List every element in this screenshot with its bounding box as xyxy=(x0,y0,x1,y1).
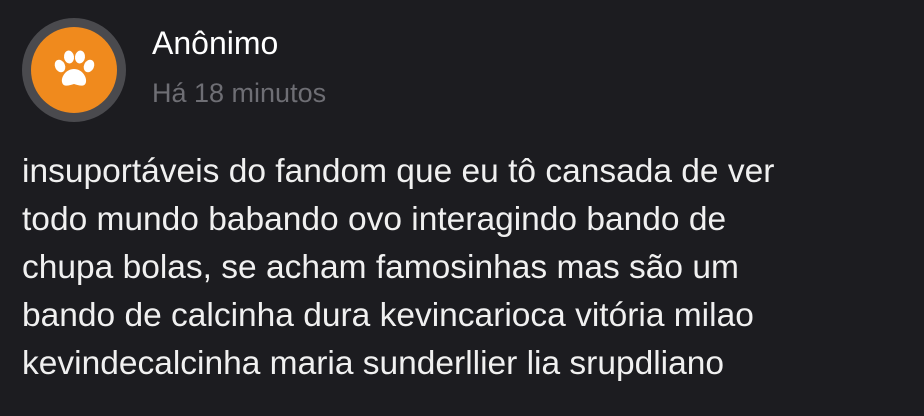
paw-icon xyxy=(54,50,95,86)
post-body-line: chupa bolas, se acham famosinhas mas são… xyxy=(22,249,739,286)
post-header: Anônimo Há 18 minutos xyxy=(22,18,326,122)
post-body-line: kevindecalcinha maria sunderllier lia sr… xyxy=(22,345,725,382)
post-body: insuportáveis do fandom que eu tô cansad… xyxy=(22,148,902,388)
post-body-line: insuportáveis do fandom que eu tô cansad… xyxy=(22,153,775,190)
author-name[interactable]: Anônimo xyxy=(152,24,326,62)
post-timestamp: Há 18 minutos xyxy=(152,78,327,108)
avatar-circle xyxy=(31,27,117,113)
post-card: Anônimo Há 18 minutos insuportáveis do f… xyxy=(0,0,924,416)
post-meta: Anônimo Há 18 minutos xyxy=(152,18,326,122)
post-body-line: todo mundo babando ovo interagindo bando… xyxy=(22,201,727,238)
post-body-line: bando de calcinha dura kevincarioca vitó… xyxy=(22,297,754,334)
avatar[interactable] xyxy=(22,18,126,122)
